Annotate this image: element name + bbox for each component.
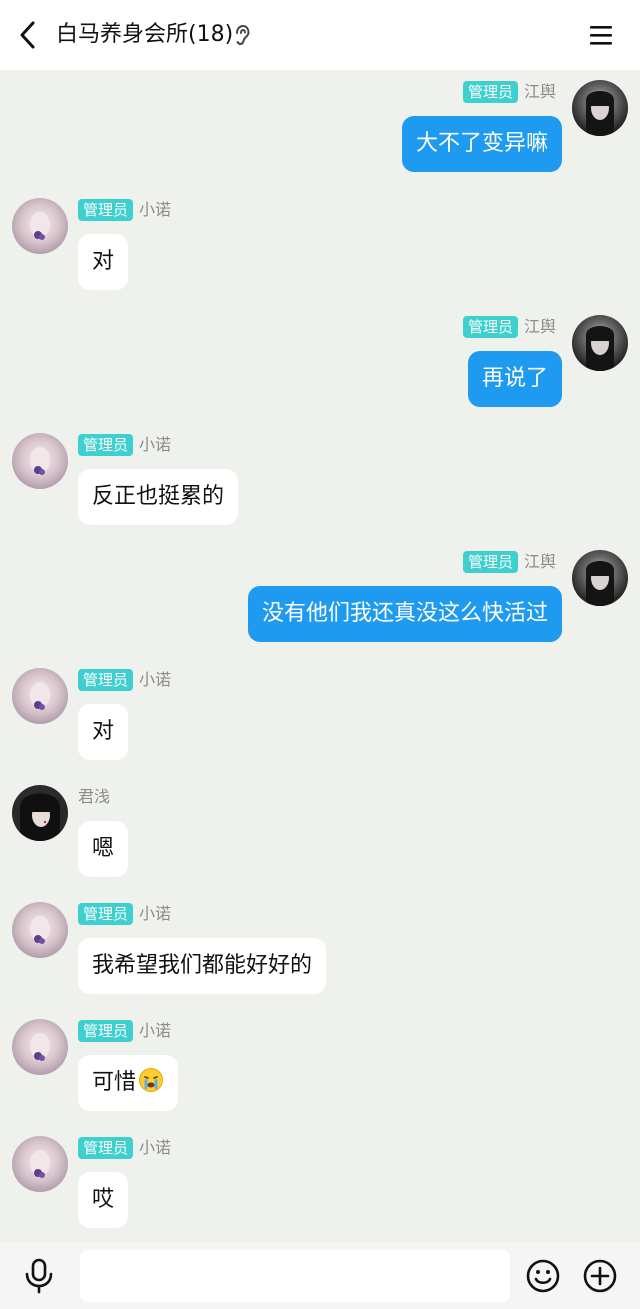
avatar[interactable] [12,198,68,254]
avatar[interactable] [572,315,628,371]
sender-name: 君浅 [78,787,111,806]
avatar[interactable] [12,785,68,841]
message-bubble[interactable]: 再说了 [467,351,562,407]
message-row: 管理员 小诺 我希望我们都能好好的 [0,900,640,1000]
sender-meta: 管理员 江舆 [462,80,556,104]
message-bubble[interactable]: 我希望我们都能好好的 [78,938,327,994]
sender-name: 江舆 [523,82,556,101]
admin-badge: 管理员 [78,903,134,925]
sender-meta: 管理员 小诺 [78,433,171,457]
message-bubble[interactable]: 嗯 [78,821,129,877]
sender-name: 小诺 [139,1021,172,1040]
message-row: 君浅 嗯 [0,783,640,883]
message-row: 管理员 小诺 哎 [0,1134,640,1234]
admin-badge: 管理员 [78,1020,134,1042]
microphone-icon[interactable] [22,1258,56,1294]
admin-badge: 管理员 [78,434,134,456]
sender-meta: 管理员 小诺 [78,1136,171,1160]
avatar[interactable] [12,668,68,724]
sender-name: 江舆 [523,317,556,336]
back-arrow-icon[interactable] [14,20,44,50]
admin-badge: 管理员 [78,1137,134,1159]
sender-name: 小诺 [139,904,172,923]
message-row: 管理员 小诺 可惜 [0,1017,640,1117]
message-row: 管理员 小诺 对 [0,196,640,296]
admin-badge: 管理员 [462,316,518,338]
avatar[interactable] [12,1136,68,1192]
sender-name: 小诺 [139,200,172,219]
message-bubble[interactable]: 可惜 [78,1055,179,1111]
sender-meta: 管理员 江舆 [462,315,556,339]
chat-header: 白马养身会所(18) [0,0,640,70]
sender-name: 小诺 [139,670,172,689]
message-input[interactable] [80,1250,510,1302]
admin-badge: 管理员 [78,199,134,221]
admin-badge: 管理员 [462,551,518,573]
sender-name: 小诺 [139,435,172,454]
message-row: 管理员 江舆 再说了 [0,313,640,413]
message-bubble[interactable]: 没有他们我还真没这么快活过 [247,586,562,642]
ear-icon [236,24,250,46]
input-bar [0,1242,640,1309]
message-bubble[interactable]: 对 [78,234,129,290]
message-bubble[interactable]: 反正也挺累的 [78,469,239,525]
admin-badge: 管理员 [462,81,518,103]
sender-meta: 管理员 江舆 [462,550,556,574]
sender-meta: 管理员 小诺 [78,198,171,222]
message-row: 管理员 江舆 大不了变异嘛 [0,78,640,178]
message-bubble[interactable]: 哎 [78,1172,129,1228]
avatar[interactable] [12,902,68,958]
menu-icon[interactable] [586,20,616,50]
message-row: 管理员 小诺 对 [0,666,640,766]
sender-meta: 管理员 小诺 [78,668,171,692]
message-bubble[interactable]: 大不了变异嘛 [401,116,562,172]
sender-name: 江舆 [523,552,556,571]
avatar[interactable] [572,550,628,606]
message-bubble[interactable]: 对 [78,704,129,760]
plus-circle-icon[interactable] [582,1258,618,1294]
message-text: 可惜 [92,1070,137,1095]
admin-badge: 管理员 [78,669,134,691]
sender-meta: 君浅 [78,785,110,809]
smiley-icon[interactable] [525,1258,561,1294]
crying-face-emoji-icon [139,1068,164,1092]
avatar[interactable] [572,80,628,136]
message-row: 管理员 江舆 没有他们我还真没这么快活过 [0,548,640,648]
sender-name: 小诺 [139,1138,172,1157]
sender-meta: 管理员 小诺 [78,902,171,926]
avatar[interactable] [12,1019,68,1075]
sender-meta: 管理员 小诺 [78,1019,171,1043]
group-title[interactable]: 白马养身会所(18) [56,20,233,50]
message-row: 管理员 小诺 反正也挺累的 [0,431,640,531]
avatar[interactable] [12,433,68,489]
